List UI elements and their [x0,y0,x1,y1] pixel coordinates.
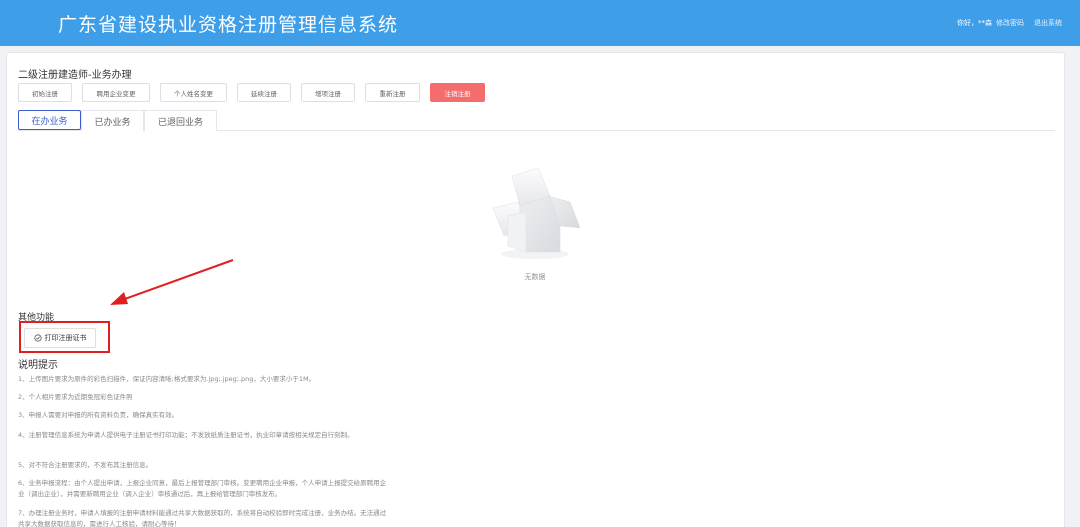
cancel-registration-button[interactable]: 注销注册 [430,83,485,102]
user-greeting: 你好，**森 [957,19,992,27]
print-certificate-button[interactable]: 打印注册证书 [24,328,96,348]
tab-returned[interactable]: 已退回业务 [144,110,217,131]
print-certificate-label: 打印注册证书 [44,334,87,342]
note-item: 5、对不符合注册要求的，不发布其注册信息。 [18,461,153,469]
empty-box-icon [492,167,580,259]
note-item: 2、个人相片要求为近期免冠彩色证件照 [18,393,133,401]
tab-in-progress[interactable]: 在办业务 [18,110,81,130]
note-item: 7、办理注册业务时，申请人填报的注册申请材料能通过共享大数据获取的，系统将自动校… [18,509,387,527]
note-item: 3、申报人需要对申报的所有资料负责，确保真实有效。 [18,411,179,419]
page-title: 二级注册建造师-业务办理 [18,70,132,81]
additional-registration-button[interactable]: 增项注册 [301,83,355,102]
app-title: 广东省建设执业资格注册管理信息系统 [58,14,399,36]
tab-completed[interactable]: 已办业务 [81,110,144,131]
re-registration-button[interactable]: 重新注册 [365,83,420,102]
note-item: 6、业务申报流程：由个人提出申请，上报企业同意，最后上报管理部门审核。变更聘用企… [18,479,387,498]
note-item: 1、上传图片要求为原件的彩色扫描件，保证内容清晰;格式要求为.jpg;.jpeg… [18,375,316,383]
notes-title: 说明提示 [18,360,58,371]
note-item: 4、注册管理信息系统为申请人提供电子注册证书打印功能；不发放纸质注册证书，执业印… [18,431,354,439]
change-password-link[interactable]: 修改密码 [996,18,1024,28]
employer-change-button[interactable]: 聘用企业变更 [82,83,150,102]
empty-state-text: 无数据 [524,273,546,281]
logout-link[interactable]: 退出系统 [1034,18,1062,28]
initial-registration-button[interactable]: 初始注册 [18,83,72,102]
renewal-registration-button[interactable]: 延续注册 [237,83,291,102]
top-header: 广东省建设执业资格注册管理信息系统 你好，**森 修改密码 退出系统 [0,0,1080,46]
print-icon [33,334,42,342]
name-change-button[interactable]: 个人姓名变更 [160,83,227,102]
